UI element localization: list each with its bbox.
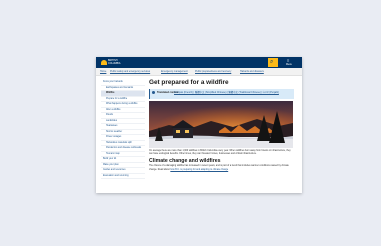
search-button[interactable]: ⌕ [268,58,278,67]
wildfire-night-illustration [149,101,293,148]
main-content: Get prepared for a wildfire Translated c… [149,79,297,172]
breadcrumb-hazards[interactable]: Hazards and disasters [240,70,264,73]
side-navigation: Know your hazards Earthquakes and tsunam… [101,80,145,179]
page-title: Get prepared for a wildfire [149,79,229,86]
intro-paragraph: On average there are more than 1,600 wil… [149,150,291,156]
logo-text: BRITISH COLUMBIA [108,59,121,65]
menu-button[interactable]: ≡ Menu [281,58,298,67]
section-paragraph: The chance of a damaging wildfire has in… [149,165,293,171]
site-header: BRITISH COLUMBIA ⌕ ≡ Menu [96,57,302,68]
breadcrumb-home[interactable]: Home [100,70,106,73]
breadcrumb-public-preparedness[interactable]: Public preparedness and recovery [195,70,231,73]
translated-content-notice: Translated content: Français (French) | … [149,89,294,99]
translation-links[interactable]: Français (French) | 繁體中文 (Simplified Chi… [174,91,292,94]
sidebar-item-evacuation[interactable]: Evacuation and returning [101,174,145,179]
menu-label: Menu [286,63,292,66]
sun-logo-icon [101,60,107,65]
bc-gov-logo[interactable]: BRITISH COLUMBIA [101,59,123,66]
breadcrumb: Home Public safety and emergency service… [96,68,302,76]
search-icon: ⌕ [270,59,274,65]
breadcrumb-emergency-management[interactable]: Emergency management [161,70,188,73]
wildfire-hero-image [149,101,293,148]
climate-change-link[interactable]: how B.C. is preparing for and adapting t… [170,169,228,171]
webpage-screenshot: BRITISH COLUMBIA ⌕ ≡ Menu Home Public sa… [96,57,302,193]
info-icon [152,91,155,94]
breadcrumb-public-safety[interactable]: Public safety and emergency services [110,70,150,73]
